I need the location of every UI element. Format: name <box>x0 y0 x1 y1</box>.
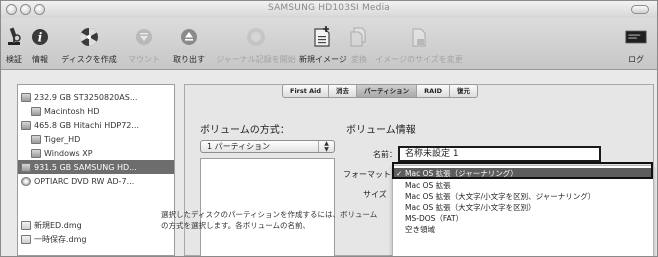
format-option-case-journaled[interactable]: Mac OS 拡張（大文字/小文字を区別、ジャーナリング） <box>393 191 653 202</box>
volume-info-title: ボリューム情報 <box>346 125 416 136</box>
tab-first-aid[interactable]: First Aid <box>283 85 330 97</box>
tab-raid[interactable]: RAID <box>417 85 451 97</box>
disk-item-optiarc[interactable]: OPTIARC DVD RW AD-7... <box>18 174 174 188</box>
new-image-label: 新規イメージ <box>299 55 347 64</box>
convert-icon <box>348 26 370 48</box>
journal-icon <box>245 26 267 48</box>
name-label: 名前： <box>373 150 397 159</box>
disk-item-hitachi[interactable]: 465.8 GB Hitachi HDP72... <box>18 118 174 132</box>
disk-image-icon <box>21 220 31 230</box>
dmg-item-1[interactable]: 新規ED.dmg <box>18 218 174 232</box>
convert-button[interactable]: 変換 <box>345 18 373 70</box>
volume-icon <box>31 134 41 144</box>
format-dropdown-menu: ✓ Mac OS 拡張（ジャーナリング） Mac OS 拡張 Mac OS 拡張… <box>392 165 654 256</box>
volume-icon <box>31 106 41 116</box>
format-label: フォーマット <box>343 170 391 179</box>
dmg-item-label: 一時保存.dmg <box>34 234 87 244</box>
hard-drive-icon <box>21 92 31 102</box>
info-button[interactable]: i 情報 <box>27 18 53 70</box>
volume-item-tiger-hd[interactable]: Tiger_HD <box>18 132 174 146</box>
volume-item-windows-xp[interactable]: Windows XP <box>18 146 174 160</box>
verify-button[interactable]: 検証 <box>1 18 27 70</box>
volume-scheme-value: 1 パーティション <box>207 142 271 151</box>
volume-scheme-popup[interactable]: 1 パーティション ▲ ▼ <box>200 140 335 153</box>
resize-image-icon <box>408 26 430 48</box>
volume-item-label: Macintosh HD <box>44 106 100 116</box>
disk-item-samsung[interactable]: 931.5 GB SAMSUNG HD... <box>18 160 174 174</box>
format-option-label: 空き領域 <box>405 225 435 234</box>
microscope-icon <box>3 26 25 48</box>
format-option-case-sensitive[interactable]: Mac OS 拡張（大文字/小文字を区別） <box>393 202 653 213</box>
disk-item-label: OPTIARC DVD RW AD-7... <box>34 176 135 186</box>
log-icon <box>625 26 647 48</box>
format-option-label: Mac OS 拡張（大文字/小文字を区別、ジャーナリング） <box>405 192 596 201</box>
eject-button[interactable]: 取り出す <box>167 18 211 70</box>
function-tabs: First Aid 消去 パーティション RAID 復元 <box>282 84 479 98</box>
new-image-icon <box>311 26 333 48</box>
format-option-label: Mac OS 拡張（ジャーナリング） <box>405 169 518 178</box>
format-option-free-space[interactable]: 空き領域 <box>393 224 653 235</box>
mount-label: マウント <box>128 55 160 64</box>
format-option-extended[interactable]: Mac OS 拡張 <box>393 180 653 191</box>
volume-item-macintosh-hd[interactable]: Macintosh HD <box>18 104 174 118</box>
enable-journaling-label: ジャーナル記録を開始 <box>216 55 296 64</box>
disk-item-st3250820as[interactable]: 232.9 GB ST3250820AS... <box>18 90 174 104</box>
format-option-label: MS-DOS（FAT） <box>405 214 464 223</box>
burn-icon <box>78 26 100 48</box>
optical-drive-icon <box>21 176 31 186</box>
volume-item-label: Tiger_HD <box>44 134 81 144</box>
new-image-button[interactable]: 新規イメージ <box>299 18 347 70</box>
tab-erase[interactable]: 消去 <box>329 85 358 97</box>
disk-item-label: 232.9 GB ST3250820AS... <box>34 92 138 102</box>
format-option-ms-dos[interactable]: MS-DOS（FAT） <box>393 213 653 224</box>
size-label: サイズ <box>363 190 387 199</box>
toolbar-toggle-button[interactable] <box>631 5 649 14</box>
log-label: ログ <box>628 55 644 64</box>
burn-button[interactable]: ディスクを作成 <box>55 18 123 70</box>
tab-restore[interactable]: 復元 <box>450 85 477 97</box>
volume-item-label: Windows XP <box>44 148 93 158</box>
volume-icon <box>31 148 41 158</box>
info-icon: i <box>29 26 51 48</box>
format-option-label: Mac OS 拡張 <box>405 181 451 190</box>
volume-scheme-title: ボリュームの方式： <box>200 125 290 136</box>
convert-label: 変換 <box>351 55 367 64</box>
svg-text:i: i <box>38 31 43 45</box>
info-label: 情報 <box>32 55 48 64</box>
mount-button[interactable]: マウント <box>125 18 163 70</box>
title-bar: SAMSUNG HD103SI Media <box>1 1 657 18</box>
eject-icon <box>178 26 200 48</box>
resize-image-button[interactable]: イメージのサイズを変更 <box>375 18 463 70</box>
format-option-label: Mac OS 拡張（大文字/小文字を区別） <box>405 203 536 212</box>
enable-journaling-button[interactable]: ジャーナル記録を開始 <box>213 18 299 70</box>
verify-label: 検証 <box>6 55 22 64</box>
toolbar: 検証 i 情報 ディスクを作成 マウント 取り出す ジャーナル記録を開始 新規イ… <box>1 18 657 70</box>
log-button[interactable]: ログ <box>621 18 651 70</box>
dmg-item-2[interactable]: 一時保存.dmg <box>18 232 174 246</box>
burn-label: ディスクを作成 <box>61 55 117 64</box>
disk-image-icon <box>21 234 31 244</box>
popup-arrows-icon: ▲ ▼ <box>318 141 334 152</box>
dmg-item-label: 新規ED.dmg <box>34 220 82 230</box>
disk-item-label: 931.5 GB SAMSUNG HD... <box>34 162 137 172</box>
eject-label: 取り出す <box>173 55 205 64</box>
hard-drive-icon <box>21 162 31 172</box>
checkmark-icon: ✓ <box>396 169 403 178</box>
window-title: SAMSUNG HD103SI Media <box>267 3 390 13</box>
volume-layout-area[interactable] <box>200 158 335 256</box>
format-option-journaled[interactable]: ✓ Mac OS 拡張（ジャーナリング） <box>393 168 653 179</box>
volume-name-field[interactable]: 名称未設定 1 <box>398 146 601 162</box>
disk-item-label: 465.8 GB Hitachi HDP72... <box>34 120 139 130</box>
disk-list-sidebar: 232.9 GB ST3250820AS... Macintosh HD 465… <box>17 84 175 256</box>
mount-icon <box>133 26 155 48</box>
partition-description: 選択したディスクのパーティションを作成するには、ボリュームの方式を選択します。各… <box>161 210 378 230</box>
hard-drive-icon <box>21 120 31 130</box>
resize-image-label: イメージのサイズを変更 <box>375 55 463 64</box>
tab-partition[interactable]: パーティション <box>357 85 418 97</box>
disk-utility-window: SAMSUNG HD103SI Media 検証 i 情報 ディスクを作成 マウ… <box>0 0 658 257</box>
